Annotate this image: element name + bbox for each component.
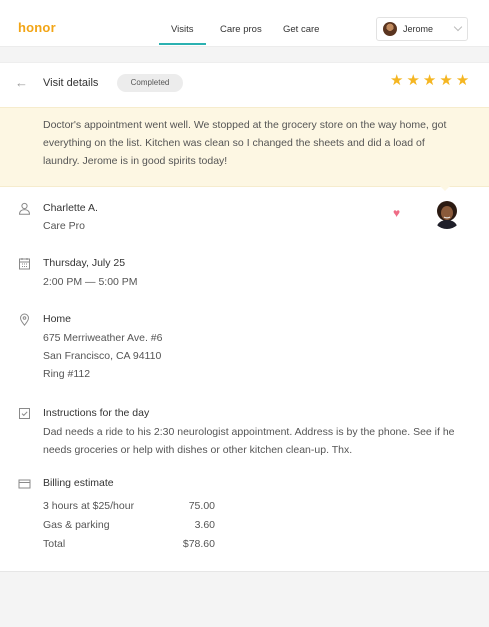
nav-get-care[interactable]: Get care — [283, 24, 319, 35]
visit-date: Thursday, July 25 — [43, 257, 126, 269]
chevron-down-icon — [453, 22, 463, 32]
page-title: Visit details — [43, 77, 99, 89]
status-badge: Completed — [117, 74, 183, 92]
care-pro-avatar[interactable] — [432, 199, 462, 229]
nav-visits[interactable]: Visits — [159, 24, 205, 45]
user-select[interactable]: Jerome — [376, 17, 468, 41]
address-line-1: 675 Merriweather Ave. #6 — [43, 332, 163, 344]
note-pointer — [439, 185, 451, 191]
star-icon[interactable]: ★ — [456, 72, 469, 90]
top-navbar: honor Visits Care pros Get care Jerome — [0, 0, 489, 47]
care-pro-name[interactable]: Charlette A. — [43, 202, 98, 214]
billing-item-amount: 3.60 — [194, 519, 215, 531]
person-icon — [18, 202, 31, 215]
care-pro-role: Care Pro — [43, 220, 86, 232]
checkbox-icon — [18, 407, 31, 420]
instructions-text: Dad needs a ride to his 2:30 neurologist… — [43, 426, 455, 456]
billing-total-label: Total — [43, 538, 66, 550]
billing-title: Billing estimate — [43, 477, 114, 489]
location-pin-icon — [18, 313, 31, 326]
star-icon[interactable]: ★ — [423, 72, 436, 90]
heart-icon[interactable]: ♥ — [393, 207, 400, 219]
back-arrow-icon[interactable]: ← — [15, 76, 28, 89]
visit-note-text: Doctor's appointment went well. We stopp… — [43, 119, 447, 167]
calendar-icon — [18, 257, 31, 270]
billing-total-amount: $78.60 — [182, 538, 215, 550]
user-avatar — [383, 22, 397, 36]
location-title: Home — [43, 313, 72, 325]
billing-item-label: Gas & parking — [43, 519, 110, 531]
visit-note: Doctor's appointment went well. We stopp… — [0, 107, 489, 187]
billing-item-amount: 75.00 — [188, 500, 215, 512]
credit-card-icon — [18, 477, 31, 490]
honor-logo[interactable]: honor — [18, 20, 56, 35]
billing-item-label: 3 hours at $25/hour — [43, 500, 135, 512]
address-line-2: San Francisco, CA 94110 — [43, 350, 162, 362]
address-line-3: Ring #112 — [43, 368, 91, 380]
user-name: Jerome — [403, 24, 434, 34]
nav-care-pros[interactable]: Care pros — [220, 24, 262, 35]
star-icon[interactable]: ★ — [390, 72, 403, 90]
rating-stars[interactable]: ★ ★ ★ ★ ★ — [390, 72, 469, 90]
visit-time: 2:00 PM — 5:00 PM — [43, 276, 138, 288]
instructions-title: Instructions for the day — [43, 407, 150, 419]
star-icon[interactable]: ★ — [439, 72, 452, 90]
visit-details-card: ← Visit details Completed ★ ★ ★ ★ ★ Doct… — [0, 62, 489, 572]
star-icon[interactable]: ★ — [406, 72, 419, 90]
